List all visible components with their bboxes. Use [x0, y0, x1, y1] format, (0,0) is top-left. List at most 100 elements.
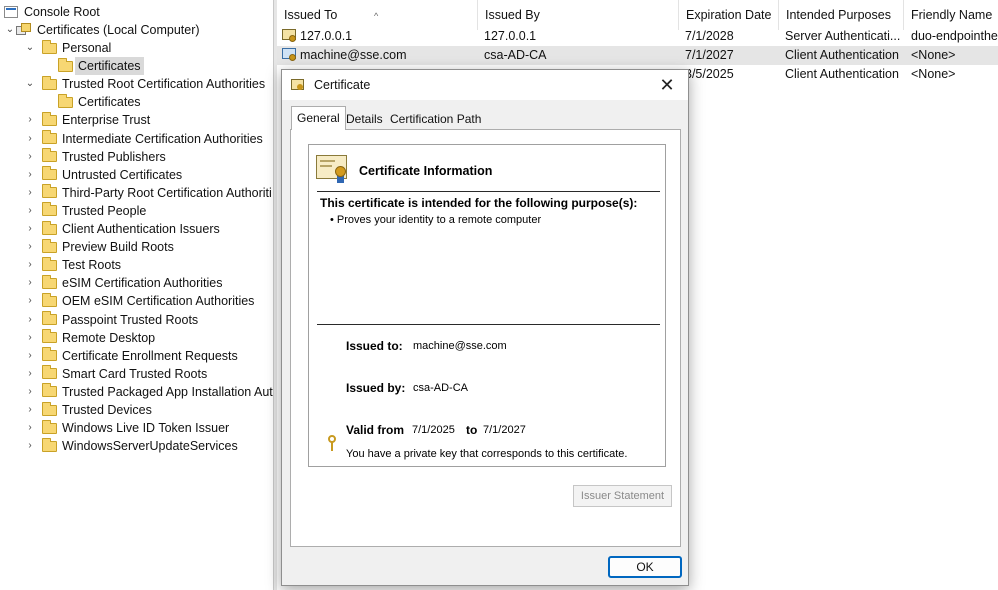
- column-label: Issued To: [284, 8, 338, 22]
- tree-label: Smart Card Trusted Roots: [62, 366, 208, 381]
- tree-item-intermediate-certification-authorities[interactable]: › Intermediate Certification Authorities: [24, 130, 263, 148]
- close-icon[interactable]: ✕: [655, 73, 679, 97]
- valid-from-value: 7/1/2025: [412, 424, 455, 436]
- tree-label: Client Authentication Issuers: [62, 222, 220, 236]
- folder-icon: [42, 347, 57, 362]
- folder-icon: [42, 130, 57, 144]
- column-label: Friendly Name: [911, 8, 993, 22]
- tree-item-passpoint-trusted-roots[interactable]: › Passpoint Trusted Roots: [24, 311, 198, 329]
- tab-general[interactable]: General: [291, 106, 346, 130]
- chevron-right-icon[interactable]: ›: [24, 148, 36, 166]
- tree-item-certificates[interactable]: Certificates: [58, 57, 144, 76]
- tree-label: Certificate Enrollment Requests: [62, 348, 238, 363]
- cell-friendly-name: duo-endpointhe: [911, 29, 998, 43]
- chevron-right-icon[interactable]: ›: [24, 311, 36, 329]
- tree-item-trusted-packaged-app-installation-auth[interactable]: › Trusted Packaged App Installation Auth: [24, 383, 273, 401]
- chevron-down-icon[interactable]: ⌄: [24, 39, 36, 57]
- tree-item-windows-live-id-token-issuer[interactable]: › Windows Live ID Token Issuer: [24, 419, 229, 437]
- cell-purposes: Client Authentication: [785, 48, 899, 62]
- chevron-right-icon[interactable]: ›: [24, 437, 36, 455]
- valid-to-value: 7/1/2027: [483, 424, 526, 436]
- tree-item-untrusted-certificates[interactable]: › Untrusted Certificates: [24, 166, 182, 184]
- folder-icon: [42, 383, 57, 398]
- chevron-right-icon[interactable]: ›: [24, 292, 36, 310]
- column-label: Expiration Date: [686, 8, 772, 22]
- tab-certification-path[interactable]: Certification Path: [385, 108, 486, 130]
- chevron-right-icon[interactable]: ›: [24, 329, 36, 347]
- chevron-right-icon[interactable]: ›: [24, 365, 36, 383]
- certificate-store-icon: [16, 23, 32, 37]
- tree-item-third-party-root-certification-authoriti[interactable]: › Third-Party Root Certification Authorit…: [24, 184, 272, 202]
- chevron-right-icon[interactable]: ›: [24, 256, 36, 274]
- column-header-intended-purposes[interactable]: Intended Purposes: [779, 0, 904, 30]
- tree-item-remote-desktop[interactable]: › Remote Desktop: [24, 329, 155, 347]
- folder-icon: [42, 329, 57, 344]
- chevron-right-icon[interactable]: ›: [24, 238, 36, 256]
- tree-item-certificate-enrollment-requests[interactable]: › Certificate Enrollment Requests: [24, 347, 238, 365]
- tree-item-certificates-local-computer[interactable]: ⌄ Certificates (Local Computer): [4, 21, 200, 39]
- chevron-right-icon[interactable]: ›: [24, 419, 36, 437]
- chevron-right-icon[interactable]: ›: [24, 347, 36, 365]
- cell-expiration: 7/1/2027: [685, 48, 734, 62]
- tree-label: Intermediate Certification Authorities: [62, 131, 263, 146]
- tree-item-trusted-publishers[interactable]: › Trusted Publishers: [24, 148, 166, 166]
- tree-item-trusted-devices[interactable]: › Trusted Devices: [24, 401, 152, 419]
- chevron-right-icon[interactable]: ›: [24, 130, 36, 148]
- to-label: to: [466, 423, 478, 437]
- dialog-title-bar[interactable]: Certificate ✕: [282, 70, 688, 100]
- tree-item-enterprise-trust[interactable]: › Enterprise Trust: [24, 111, 150, 129]
- chevron-right-icon[interactable]: ›: [24, 220, 36, 238]
- purpose-heading: This certificate is intended for the fol…: [320, 196, 638, 210]
- chevron-right-icon[interactable]: ›: [24, 383, 36, 401]
- certificate-dialog: Certificate ✕ General Details Certificat…: [281, 69, 689, 586]
- column-header-expiration-date[interactable]: Expiration Date: [679, 0, 779, 30]
- tree-label: Certificates (Local Computer): [37, 23, 200, 37]
- tree-label: Console Root: [24, 5, 100, 19]
- tree-item-windowsserverupdateservices[interactable]: › WindowsServerUpdateServices: [24, 437, 238, 455]
- chevron-down-icon[interactable]: ⌄: [24, 75, 36, 93]
- chevron-right-icon[interactable]: ›: [24, 166, 36, 184]
- chevron-down-icon[interactable]: ⌄: [4, 21, 16, 39]
- chevron-right-icon[interactable]: ›: [24, 202, 36, 220]
- folder-icon: [42, 148, 57, 163]
- tree-item-oem-esim-certification-authorities[interactable]: › OEM eSIM Certification Authorities: [24, 292, 254, 310]
- cell-issued-to: 127.0.0.1: [300, 29, 353, 43]
- folder-icon: [42, 111, 57, 126]
- tree-label: Personal: [62, 41, 112, 55]
- tree-item-preview-build-roots[interactable]: › Preview Build Roots: [24, 238, 174, 256]
- cell-expiration: 3/5/2025: [685, 67, 734, 81]
- folder-icon: [42, 75, 57, 90]
- folder-icon: [42, 166, 57, 181]
- tree-item-certificates[interactable]: Certificates: [58, 93, 141, 111]
- folder-icon: [42, 419, 57, 434]
- column-header-issued-by[interactable]: Issued By: [478, 0, 679, 30]
- tree-item-trusted-root-certification-authorities[interactable]: ⌄ Trusted Root Certification Authorities: [24, 75, 265, 93]
- certificate-info-box: Certificate Information This certificate…: [308, 144, 666, 467]
- chevron-right-icon[interactable]: ›: [24, 274, 36, 292]
- table-row[interactable]: machine@sse.com csa-AD-CA 7/1/2027 Clien…: [277, 46, 998, 65]
- chevron-right-icon[interactable]: ›: [24, 401, 36, 419]
- folder-icon: [42, 437, 57, 452]
- table-row[interactable]: 127.0.0.1 127.0.0.1 7/1/2028 Server Auth…: [277, 27, 998, 46]
- divider: [317, 324, 660, 325]
- tree-item-test-roots[interactable]: › Test Roots: [24, 256, 121, 274]
- tree-item-client-authentication-issuers[interactable]: › Client Authentication Issuers: [24, 220, 220, 238]
- chevron-right-icon[interactable]: ›: [24, 111, 36, 129]
- issuer-statement-button[interactable]: Issuer Statement: [573, 485, 672, 507]
- cell-issued-by: 127.0.0.1: [484, 29, 537, 43]
- tree-label: WindowsServerUpdateServices: [62, 439, 238, 454]
- column-header-issued-to[interactable]: Issued To ^: [277, 0, 478, 30]
- issued-by-value: csa-AD-CA: [413, 382, 469, 394]
- chevron-right-icon[interactable]: ›: [24, 184, 36, 202]
- folder-icon: [58, 93, 73, 108]
- tree-item-smart-card-trusted-roots[interactable]: › Smart Card Trusted Roots: [24, 365, 207, 383]
- tab-details[interactable]: Details: [341, 108, 388, 130]
- tree-item-personal[interactable]: ⌄ Personal: [24, 39, 111, 57]
- ok-button[interactable]: OK: [608, 556, 682, 578]
- column-header-friendly-name[interactable]: Friendly Name: [904, 0, 998, 30]
- tree-item-trusted-people[interactable]: › Trusted People: [24, 202, 146, 220]
- tree-item-esim-certification-authorities[interactable]: › eSIM Certification Authorities: [24, 274, 223, 292]
- certificate-key-icon: [282, 48, 298, 63]
- issued-to-row: Issued to:: [346, 339, 403, 353]
- tree-item-console-root[interactable]: Console Root: [4, 3, 100, 21]
